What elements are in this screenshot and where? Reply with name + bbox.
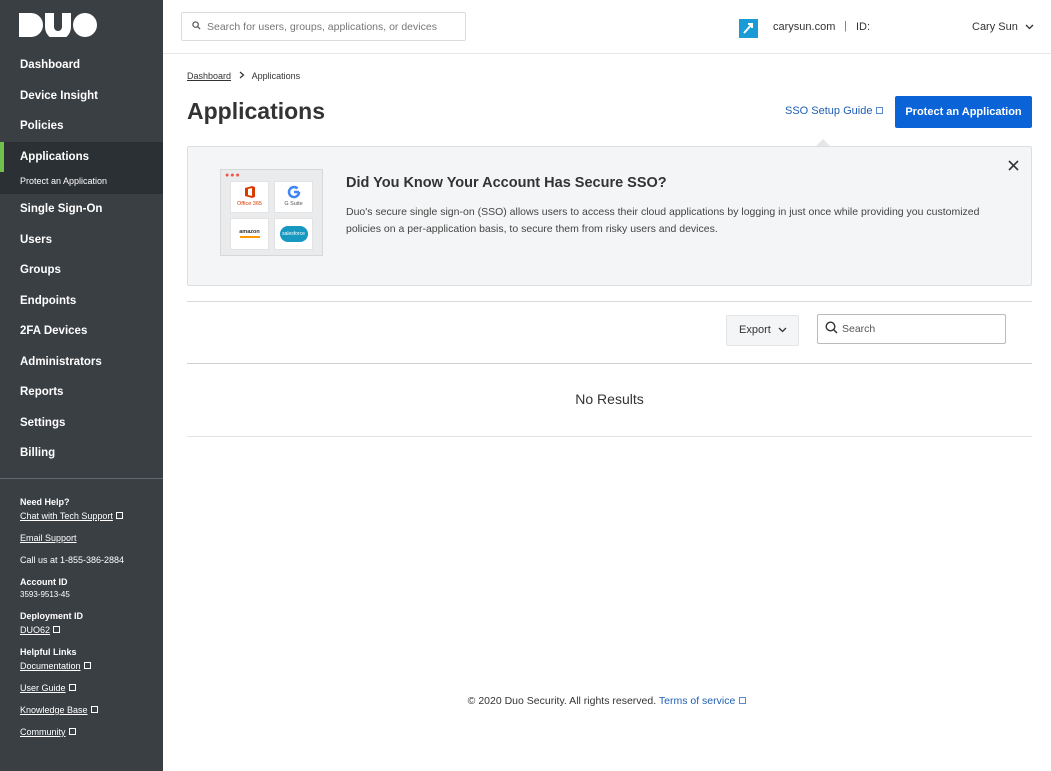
table-search-input[interactable]: Search: [817, 314, 1006, 344]
external-link-icon: [876, 107, 884, 114]
org-id-label: ID:: [856, 21, 871, 33]
table-search-placeholder: Search: [842, 323, 876, 335]
banner-title: Did You Know Your Account Has Secure SSO…: [346, 175, 667, 191]
documentation-link[interactable]: Documentation: [20, 661, 81, 671]
external-link-icon: [68, 728, 76, 735]
org-name: carysun.com: [773, 21, 836, 33]
user-menu[interactable]: Cary Sun: [972, 21, 1034, 33]
amazon-smile: [239, 236, 260, 238]
salesforce-tile: salesforce: [274, 218, 313, 250]
sso-setup-guide-link[interactable]: SSO Setup Guide: [785, 105, 884, 117]
email-support-link[interactable]: Email Support: [20, 531, 160, 553]
copyright-text: © 2020 Duo Security. All rights reserved…: [467, 695, 657, 707]
office365-label: Office 365: [237, 201, 262, 207]
close-icon[interactable]: [1008, 160, 1019, 171]
sidebar-item-2fa-devices[interactable]: 2FA Devices: [0, 316, 163, 347]
chevron-down-icon: [778, 327, 787, 333]
salesforce-label: salesforce: [279, 226, 308, 242]
terms-of-service-link[interactable]: Terms of service: [659, 695, 735, 707]
empty-state-text: No Results: [575, 391, 644, 407]
chevron-down-icon: [1025, 24, 1034, 30]
banner-text: Duo's secure single sign-on (SSO) allows…: [346, 206, 980, 235]
sidebar-item-settings[interactable]: Settings: [0, 408, 163, 439]
table-top-divider: [187, 301, 1032, 302]
deployment-id-label: Deployment ID: [20, 611, 84, 621]
deployment-id-link[interactable]: DUO62: [20, 625, 50, 635]
search-icon: [192, 21, 201, 30]
page-title: Applications: [187, 98, 326, 124]
sidebar-item-applications[interactable]: Applications: [0, 141, 163, 172]
external-link-icon: [739, 697, 747, 704]
amazon-tile: amazon: [230, 218, 269, 250]
chat-support-link[interactable]: Chat with Tech Support: [20, 511, 113, 521]
sidebar-item-groups[interactable]: Groups: [0, 255, 163, 286]
sidebar-item-single-sign-on[interactable]: Single Sign-On: [0, 194, 163, 225]
duo-logo[interactable]: [19, 13, 97, 37]
chevron-right-icon: [239, 71, 244, 79]
sidebar-item-billing[interactable]: Billing: [0, 438, 163, 469]
sidebar-item-administrators[interactable]: Administrators: [0, 347, 163, 378]
external-link-icon: [90, 706, 98, 713]
sidebar-item-endpoints[interactable]: Endpoints: [0, 286, 163, 317]
sidebar-item-dashboard[interactable]: Dashboard: [0, 50, 163, 81]
external-link-icon: [53, 626, 61, 633]
sso-info-banner: ●●● Office 365 G Suite amazon salesforce…: [187, 146, 1032, 286]
account-id-label: Account ID: [20, 577, 68, 587]
community-link[interactable]: Community: [20, 727, 66, 737]
table-header-divider: [187, 363, 1032, 364]
table-bottom-divider: [187, 436, 1032, 437]
sidebar-item-users[interactable]: Users: [0, 225, 163, 256]
gsuite-label: G Suite: [284, 201, 303, 207]
breadcrumb-current: Applications: [251, 71, 301, 81]
org-icon: [739, 19, 758, 38]
export-label: Export: [739, 324, 771, 336]
export-button[interactable]: Export: [726, 315, 799, 346]
external-link-icon: [68, 684, 76, 691]
support-phone: Call us at 1-855-386-2884: [20, 555, 125, 565]
sidebar-divider: [0, 478, 163, 479]
external-link-icon: [115, 512, 123, 519]
sso-setup-guide-label: SSO Setup Guide: [785, 105, 873, 117]
breadcrumb-dashboard[interactable]: Dashboard: [187, 71, 231, 81]
sidebar-subitem-protect-application[interactable]: Protect an Application: [0, 172, 163, 194]
window-dots: ●●●: [225, 172, 241, 179]
search-icon: [825, 321, 838, 334]
separator: |: [844, 20, 847, 32]
sso-apps-illustration: ●●● Office 365 G Suite amazon salesforce: [220, 169, 323, 256]
sidebar-item-device-insight[interactable]: Device Insight: [0, 81, 163, 112]
global-search-placeholder: Search for users, groups, applications, …: [207, 21, 437, 33]
sidebar-item-policies[interactable]: Policies: [0, 111, 163, 142]
sidebar-item-reports[interactable]: Reports: [0, 377, 163, 408]
protect-application-button[interactable]: Protect an Application: [895, 96, 1032, 128]
global-search-input[interactable]: Search for users, groups, applications, …: [181, 12, 466, 41]
footer: © 2020 Duo Security. All rights reserved…: [163, 695, 1051, 707]
knowledge-base-link[interactable]: Knowledge Base: [20, 705, 88, 715]
user-guide-link[interactable]: User Guide: [20, 683, 66, 693]
breadcrumb: Dashboard Applications: [187, 71, 300, 81]
office365-tile: Office 365: [230, 181, 269, 213]
helpful-links-heading: Helpful Links: [20, 647, 77, 657]
external-link-icon: [83, 662, 91, 669]
user-name: Cary Sun: [972, 21, 1018, 33]
gsuite-tile: G Suite: [274, 181, 313, 213]
help-section: Need Help? Chat with Tech Support Email …: [20, 495, 160, 747]
account-id-value: 3593-9513-45: [20, 590, 70, 599]
top-bar: Search for users, groups, applications, …: [163, 0, 1051, 54]
sidebar: Dashboard Device Insight Policies Applic…: [0, 0, 163, 771]
need-help-heading: Need Help?: [20, 497, 70, 507]
amazon-label: amazon: [239, 229, 260, 235]
sidebar-nav: Dashboard Device Insight Policies Applic…: [0, 50, 163, 469]
